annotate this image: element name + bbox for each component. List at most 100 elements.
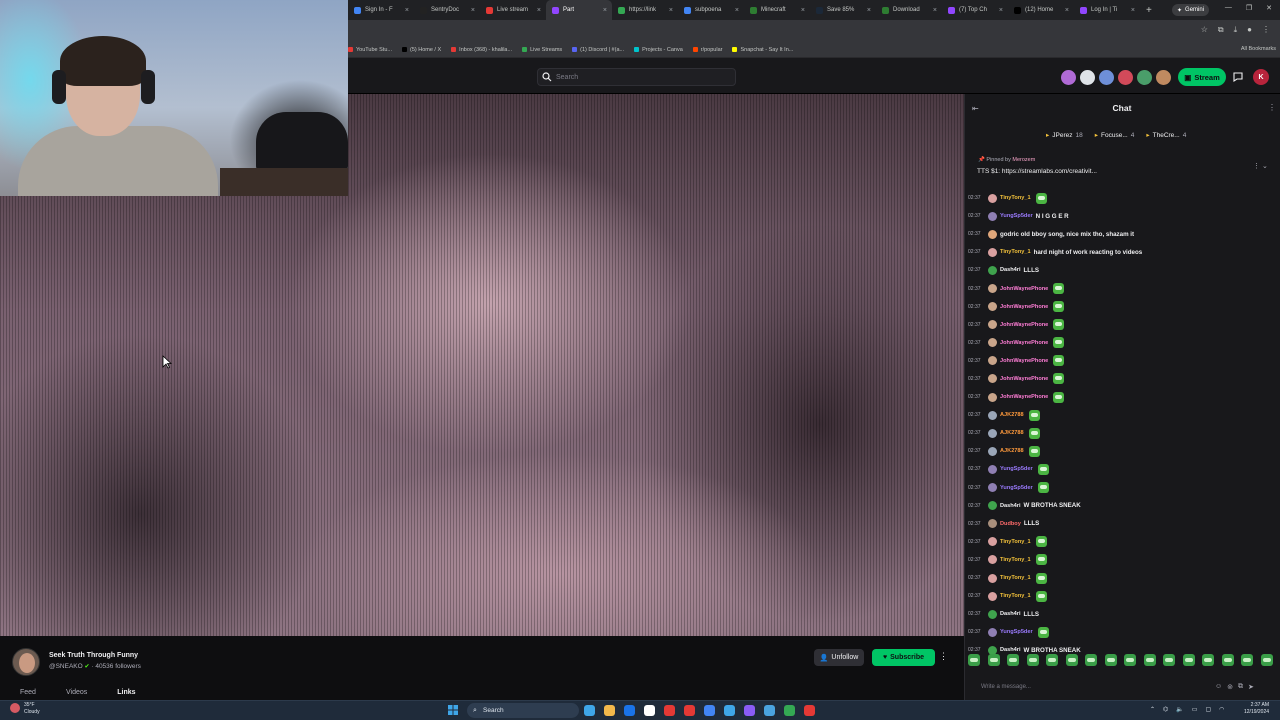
- chat-message[interactable]: 02:37 YungSp5der N I G G E R: [968, 207, 1274, 225]
- wifi-icon[interactable]: ◠: [1219, 706, 1224, 713]
- bookmark-item[interactable]: (5) Home / X: [401, 47, 441, 53]
- tab-close-icon[interactable]: ×: [999, 7, 1003, 14]
- user-avatar[interactable]: K: [1253, 69, 1269, 85]
- extensions-icon[interactable]: ⧉: [1218, 25, 1224, 35]
- chat-message[interactable]: 02:37 YungSp5der: [968, 460, 1274, 478]
- tab-close-icon[interactable]: ×: [1131, 7, 1135, 14]
- browser-tab[interactable]: (7) Top Ch ×: [942, 0, 1008, 20]
- network-icon[interactable]: ⌬: [1163, 706, 1168, 713]
- taskbar-app-icon[interactable]: [664, 705, 675, 716]
- emote-icon[interactable]: [1221, 654, 1234, 666]
- browser-tab[interactable]: subpoena ×: [678, 0, 744, 20]
- tab-close-icon[interactable]: ×: [405, 7, 409, 14]
- new-tab-button[interactable]: +: [1146, 5, 1152, 16]
- chat-message[interactable]: 02:37 JohnWaynePhone: [968, 352, 1274, 370]
- followed-channel-avatar[interactable]: [1061, 70, 1076, 85]
- browser-tab[interactable]: Minecraft ×: [744, 0, 810, 20]
- whispers-icon[interactable]: [1232, 71, 1244, 83]
- message-username[interactable]: JohnWaynePhone: [1000, 340, 1048, 346]
- chat-message[interactable]: 02:37 JohnWaynePhone: [968, 334, 1274, 352]
- tab-close-icon[interactable]: ×: [669, 7, 673, 14]
- message-username[interactable]: YungSp5der: [1000, 213, 1033, 219]
- message-username[interactable]: JohnWaynePhone: [1000, 286, 1048, 292]
- emote-icon[interactable]: [1085, 654, 1097, 666]
- bookmark-star-icon[interactable]: ☆: [1201, 25, 1208, 35]
- bookmark-item[interactable]: YouTube Stu...: [348, 47, 392, 53]
- message-username[interactable]: TinyTony_1: [1000, 195, 1031, 201]
- pinned-message[interactable]: TTS $1: https://streamlabs.com/creativit…: [977, 168, 1097, 175]
- send-icon[interactable]: ➤: [1248, 683, 1254, 691]
- message-username[interactable]: Dudboy: [1000, 521, 1021, 527]
- browser-tab[interactable]: https://link ×: [612, 0, 678, 20]
- emote-icon[interactable]: [1124, 654, 1136, 666]
- channel-name[interactable]: @SNEAKO: [49, 663, 83, 670]
- chat-message[interactable]: 02:37 YungSp5der: [968, 479, 1274, 497]
- taskbar-app-icon[interactable]: [604, 705, 615, 716]
- tab-links[interactable]: Links: [117, 689, 135, 696]
- gemini-button[interactable]: ✦ Gemini: [1172, 4, 1210, 16]
- tab-close-icon[interactable]: ×: [933, 7, 937, 14]
- emote-icon[interactable]: [987, 654, 1000, 666]
- followed-channel-avatar[interactable]: [1137, 70, 1152, 85]
- emote-icon[interactable]: [1182, 654, 1195, 666]
- tab-close-icon[interactable]: ×: [867, 7, 871, 14]
- taskbar-search[interactable]: ⌕ Search: [467, 703, 579, 718]
- message-username[interactable]: AJK2788: [1000, 448, 1024, 454]
- browser-tab[interactable]: SentryDoc ×: [414, 0, 480, 20]
- followed-channel-avatar[interactable]: [1080, 70, 1095, 85]
- chat-message[interactable]: 02:37 AJK2788: [968, 442, 1274, 460]
- browser-tab[interactable]: Live stream ×: [480, 0, 546, 20]
- emote-icon[interactable]: [1026, 654, 1039, 666]
- emote-icon[interactable]: [1202, 654, 1214, 666]
- download-icon[interactable]: ⤓: [1234, 25, 1238, 35]
- tab-close-icon[interactable]: ×: [1065, 7, 1069, 14]
- chat-message[interactable]: 02:37 JohnWaynePhone: [968, 316, 1274, 334]
- bookmark-item[interactable]: Inbox (368) - khalila...: [451, 47, 512, 53]
- message-username[interactable]: AJK2788: [1000, 430, 1024, 436]
- emote-icon[interactable]: [1143, 654, 1156, 666]
- emote-picker-icon[interactable]: ⊚: [1227, 683, 1233, 691]
- taskbar-app-icon[interactable]: [684, 705, 695, 716]
- bookmark-item[interactable]: Snapchat - Say It In...: [732, 47, 793, 53]
- bookmark-item[interactable]: Live Streams: [522, 47, 562, 53]
- chat-message[interactable]: 02:37 TinyTony_1: [968, 533, 1274, 551]
- message-username[interactable]: TinyTony_1: [1000, 249, 1031, 255]
- maximize-icon[interactable]: ❐: [1246, 4, 1252, 12]
- gif-icon[interactable]: ⧉: [1238, 683, 1243, 691]
- emote-icon[interactable]: [1163, 654, 1175, 666]
- emote-icon[interactable]: [1260, 654, 1273, 666]
- message-username[interactable]: JohnWaynePhone: [1000, 376, 1048, 382]
- taskbar-app-icon[interactable]: [784, 705, 795, 716]
- browser-tab[interactable]: Download ×: [876, 0, 942, 20]
- tab-feed[interactable]: Feed: [20, 689, 36, 696]
- weather-widget[interactable]: 35°F Cloudy: [24, 702, 40, 716]
- stream-button[interactable]: ▣ Stream: [1178, 68, 1226, 86]
- tab-videos[interactable]: Videos: [66, 689, 87, 696]
- message-username[interactable]: JohnWaynePhone: [1000, 322, 1048, 328]
- channel-avatar[interactable]: [12, 648, 40, 676]
- message-username[interactable]: YungSp5der: [1000, 466, 1033, 472]
- bookmark-item[interactable]: r/popular: [692, 47, 722, 53]
- unfollow-button[interactable]: 👤 Unfollow: [814, 649, 864, 666]
- windows-start-icon[interactable]: [448, 705, 458, 715]
- chat-message[interactable]: 02:37 YungSp5der: [968, 623, 1274, 641]
- message-username[interactable]: TinyTony_1: [1000, 539, 1031, 545]
- taskbar-app-icon[interactable]: [644, 705, 655, 716]
- chat-message[interactable]: 02:37 Dash4ri LLLS: [968, 261, 1274, 279]
- message-username[interactable]: YungSp5der: [1000, 485, 1033, 491]
- menu-icon[interactable]: ⋮: [1262, 25, 1270, 35]
- message-username[interactable]: JohnWaynePhone: [1000, 304, 1048, 310]
- message-username[interactable]: TinyTony_1: [1000, 557, 1031, 563]
- chat-message[interactable]: 02:37 TinyTony_1: [968, 587, 1274, 605]
- chat-message[interactable]: 02:37 godric old bboy song, nice mix tho,…: [968, 225, 1274, 243]
- leaderboard-entry[interactable]: ▸ TheCre... 4: [1146, 131, 1186, 139]
- chevron-up-icon[interactable]: ⌃: [1150, 706, 1155, 713]
- bookmark-item[interactable]: Projects - Canva: [634, 47, 683, 53]
- taskbar-app-icon[interactable]: [584, 705, 595, 716]
- followed-channel-avatar[interactable]: [1099, 70, 1114, 85]
- emote-icon[interactable]: [1104, 654, 1117, 666]
- emote-icon[interactable]: [1046, 654, 1058, 666]
- browser-tab[interactable]: Log In | Ti ×: [1074, 0, 1140, 20]
- message-username[interactable]: JohnWaynePhone: [1000, 358, 1048, 364]
- all-bookmarks-link[interactable]: All Bookmarks: [1241, 46, 1276, 52]
